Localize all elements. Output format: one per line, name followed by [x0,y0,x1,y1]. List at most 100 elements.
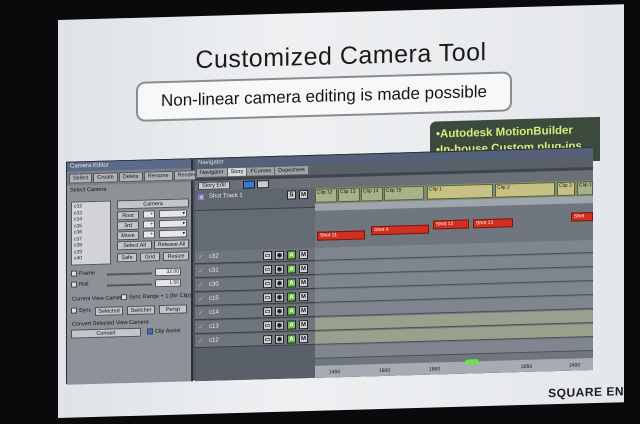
story-edit-dropdown[interactable]: Story Edit [198,181,230,191]
frame-checkbox[interactable]: Frame [71,270,95,277]
frame-value[interactable]: 32.00 [155,267,181,277]
mute-button[interactable]: M [299,190,308,200]
bottom-ruler[interactable]: 1450 1600 1850 2050 2400 [315,358,593,378]
clip[interactable]: Clip 14 [361,186,383,202]
track-spacer [195,207,315,252]
story-view-toggle[interactable] [243,180,255,189]
solo-button[interactable]: S [287,190,296,200]
field-b2[interactable]: ▾ [159,219,187,229]
clip[interactable]: Clip 1 [427,183,493,200]
ruler-tick: 1450 [329,369,341,376]
sync-range-checkbox[interactable]: Sync Range + 1 (for Clip) [121,292,191,300]
active-button[interactable]: A [287,306,296,316]
ruler-tick: 1850 [429,366,441,373]
clip[interactable]: Clip 12 [315,188,337,203]
active-button[interactable]: A [287,264,296,274]
tab-dopesheet[interactable]: Dopesheet [275,166,308,175]
active-button[interactable]: A [287,278,296,288]
field-a2[interactable]: + [143,220,155,229]
camera-header-button[interactable]: Camera [117,198,189,210]
shot-block[interactable]: Shot 12 [433,219,469,230]
clip[interactable]: Clip 2 [495,182,555,198]
tab-navigator[interactable]: Navigator [197,168,227,178]
tab-rename[interactable]: Rename [143,170,173,182]
track-name: c13 [209,323,219,330]
mute-button[interactable]: M [299,264,308,274]
select-all-button[interactable]: Select All [117,240,152,251]
story-editor-panel: Navigator Navigator Story FCurves Dopesh… [195,148,593,382]
view-icon[interactable]: ◉ [275,250,284,260]
camera-list[interactable]: c32 c33 c34 c35 c36 c37 c38 c39 c40 [71,200,111,266]
subtitle-text: Non-linear camera editing is made possib… [161,82,487,111]
view-icon[interactable]: ◉ [275,278,284,288]
camera-icon: ✓ [198,323,204,332]
roll-checkbox[interactable]: Roll [71,281,88,288]
mute-button[interactable]: M [299,278,308,288]
lock-icon[interactable]: ▭ [263,335,272,345]
ruler-tick: 1600 [379,367,391,375]
switcher-button[interactable]: Switcher [127,305,155,316]
shot-track-label: Shot Track 1 [209,192,243,200]
view-icon[interactable]: ◉ [275,292,284,302]
tab-story[interactable]: Story [227,167,247,177]
view-icon[interactable]: ◉ [275,334,284,344]
mute-button[interactable]: M [299,334,308,344]
clip[interactable]: Clip 1 [577,181,593,196]
frame-slider[interactable] [107,272,152,276]
root-button[interactable]: Root [117,210,139,221]
camera-icon: ✓ [198,281,204,290]
field-b3[interactable]: ▾ [159,229,187,239]
active-button[interactable]: A [287,320,296,330]
third-button[interactable]: 3rd [117,220,139,231]
active-button[interactable]: A [287,250,296,260]
selected-button[interactable]: Selected [95,306,123,316]
view-icon[interactable]: ◉ [275,264,284,274]
select-camera-label: Select Camera [70,186,107,194]
release-all-button[interactable]: Release All [154,239,189,250]
shot-block[interactable]: Shot 11 [317,230,365,241]
grid-button[interactable]: Grid [140,252,160,262]
shot-block[interactable]: Shot 4 [371,224,429,236]
persp-button[interactable]: Persp [159,304,187,315]
field-a1[interactable]: + [143,210,155,219]
roll-value[interactable]: 1.50 [155,278,181,288]
clip[interactable]: Clip 13 [338,187,360,203]
tab-create[interactable]: Create [93,172,118,184]
mute-button[interactable]: M [299,250,308,260]
story-view-toggle-2[interactable] [257,180,269,189]
lock-icon[interactable]: ▭ [263,321,272,331]
lock-icon[interactable]: ▭ [263,279,272,289]
timeline[interactable]: Clip 12 Clip 13 Clip 14 Clip 15 Clip 1 C… [315,180,593,378]
subtitle-box: Non-linear camera editing is made possib… [136,71,512,122]
field-b1[interactable]: ▾ [159,209,187,219]
shot-block[interactable]: Shot 13 [473,218,513,229]
resize-button[interactable]: Resize [163,251,189,262]
safe-button[interactable]: Safe [117,252,137,263]
frame-label: Frame [79,270,95,277]
move-button[interactable]: Move [117,230,139,241]
mute-button[interactable]: M [299,292,308,302]
mute-button[interactable]: M [299,320,308,330]
tab-fcurves[interactable]: FCurves [247,166,275,176]
clip-assist-checkbox[interactable]: Clip Assist [147,328,180,335]
list-item[interactable]: c40 [74,255,108,262]
lock-icon[interactable]: ▭ [263,265,272,275]
roll-slider[interactable] [107,283,152,287]
lock-icon[interactable]: ▭ [263,251,272,261]
clip[interactable]: Clip 3 [557,181,575,197]
sync-checkbox[interactable]: Sync [71,307,91,314]
field-a3[interactable]: + [143,230,155,239]
active-button[interactable]: A [287,292,296,302]
convert-button[interactable]: Convert [71,327,141,339]
mute-button[interactable]: M [299,306,308,316]
lock-icon[interactable]: ▭ [263,307,272,317]
view-icon[interactable]: ◉ [275,306,284,316]
view-icon[interactable]: ◉ [275,320,284,330]
playhead-marker[interactable] [465,359,479,365]
lock-icon[interactable]: ▭ [263,293,272,303]
tab-select[interactable]: Select [69,173,93,184]
shot-block[interactable]: Shot [571,212,593,222]
active-button[interactable]: A [287,334,296,344]
clip[interactable]: Clip 15 [384,185,424,201]
tab-delete[interactable]: Delete [118,171,143,183]
